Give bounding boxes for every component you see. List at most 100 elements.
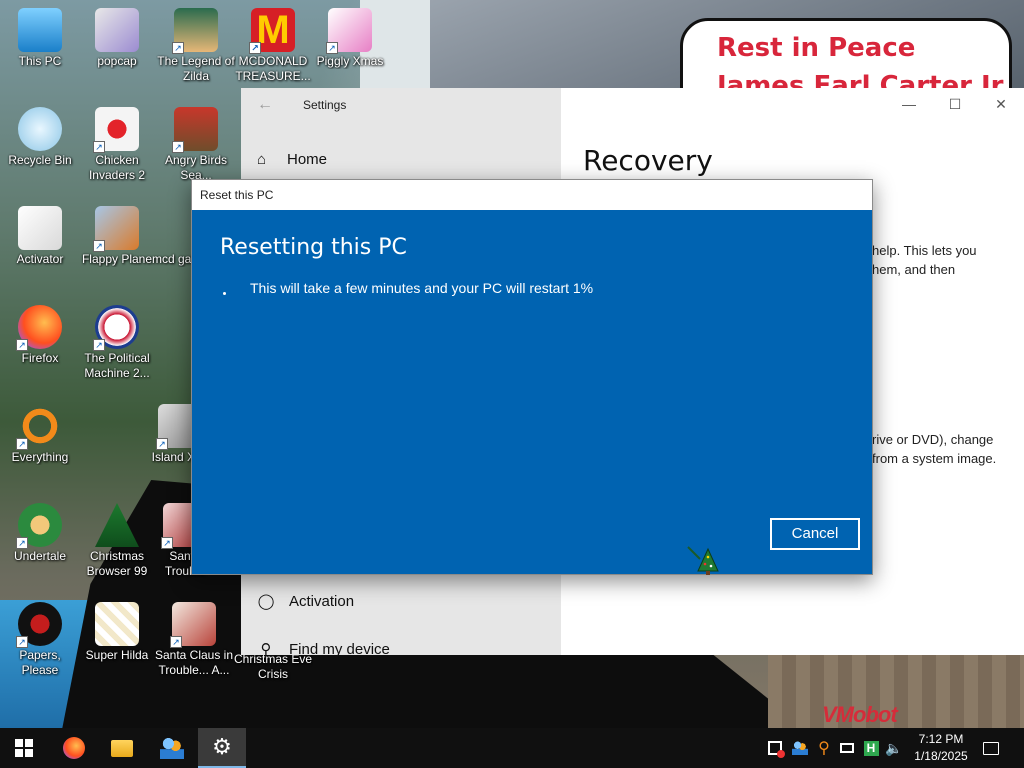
taskbar-file-explorer[interactable] [98, 728, 146, 768]
desktop-icon-label: Piggly Xmas [316, 54, 384, 68]
tray-search-icon[interactable]: ⚲ [813, 728, 835, 768]
people-icon [160, 737, 184, 759]
dialog-heading: Resetting this PC [220, 235, 407, 260]
desktop-icon-this-pc[interactable]: This PC [0, 8, 80, 69]
desktop-icon-christmas-browser[interactable]: Christmas Browser 99 [77, 503, 157, 579]
settings-home-link[interactable]: ⌂ Home [257, 151, 327, 168]
recovery-paragraph-1: help. This lets you hem, and then [872, 241, 977, 279]
zilda-icon: ↗ [172, 8, 218, 54]
firefox-icon [63, 737, 85, 759]
flappy-plane-icon: ↗ [93, 206, 139, 252]
progress-spinner-icon [223, 292, 226, 295]
desktop-icon-political-machine[interactable]: ↗ The Political Machine 2... [77, 305, 157, 381]
chicken-icon: ↗ [93, 107, 139, 153]
taskbar-settings[interactable]: ⚙ [198, 728, 246, 768]
desktop-icon-label: Everything [11, 450, 69, 464]
desktop-icon-super-hilda[interactable]: Super Hilda [77, 602, 157, 663]
sidebar-item-label: Find my device [289, 641, 390, 658]
search-magnifier-icon: ↗ [16, 404, 62, 450]
desktop-icon-santa-claus-trouble[interactable]: ↗ Santa Claus in Trouble... A... [154, 602, 234, 678]
desktop-icon-firefox[interactable]: ↗ Firefox [0, 305, 80, 366]
desktop-icon-everything[interactable]: ↗ Everything [0, 404, 80, 465]
pig-icon: ↗ [326, 8, 372, 54]
tray-defender-icon[interactable] [764, 728, 786, 768]
person-location-icon: ⚲ [260, 641, 272, 658]
watermark: VMobot [822, 702, 898, 727]
desktop-icon-label: Activator [16, 252, 64, 266]
sidebar-item-activation[interactable]: ◯ Activation [257, 592, 354, 610]
taskbar-people[interactable] [148, 728, 196, 768]
recycle-bin-icon [18, 107, 62, 151]
para-line: hem, and then [872, 262, 956, 277]
desktop-icon-undertale[interactable]: ↗ Undertale [0, 503, 80, 564]
back-arrow-icon[interactable]: ← [257, 96, 273, 114]
para-line: rive or DVD), change [872, 432, 994, 447]
desktop-icon-label: MCDONALD TREASURE... [235, 54, 311, 83]
desktop-icon-label: Santa Claus in Trouble... A... [154, 648, 234, 677]
folder-icon [111, 739, 133, 757]
notification-icon[interactable] [980, 728, 1002, 768]
desktop-icon-label: Recycle Bin [8, 153, 72, 167]
close-icon[interactable]: ✕ [978, 88, 1024, 120]
firefox-icon: ↗ [16, 305, 62, 351]
desktop-icon-chicken-invaders[interactable]: ↗ Chicken Invaders 2 [77, 107, 157, 183]
cancel-button[interactable]: Cancel [770, 518, 860, 550]
desktop-icon-label: Firefox [21, 351, 59, 365]
desktop-icon-angry-birds[interactable]: ↗ Angry Birds Sea... [156, 107, 236, 183]
reset-pc-dialog: Reset this PC Resetting this PC This wil… [191, 179, 873, 575]
start-button[interactable] [0, 728, 48, 768]
this-pc-icon [18, 8, 62, 52]
dialog-titlebar: Reset this PC [192, 180, 872, 210]
desktop-icon-popcap[interactable]: popcap [77, 8, 157, 69]
desktop-icon-label: The Legend of Zilda [157, 54, 235, 83]
desktop-icon-mcdonald-treasure[interactable]: M ↗ MCDONALD TREASURE... [233, 8, 313, 84]
page-title: Recovery [583, 144, 713, 177]
desktop-icon-label: Chicken Invaders 2 [88, 153, 146, 182]
christmas-tree-icon [95, 503, 139, 547]
volume-muted-icon[interactable]: 🔈 [883, 728, 905, 768]
settings-app-title: Settings [303, 98, 347, 112]
windows-logo-icon [15, 739, 33, 757]
activator-icon [18, 206, 62, 250]
tray-h-app-icon[interactable]: H [860, 728, 882, 768]
mcdonalds-icon: M ↗ [249, 8, 295, 54]
desktop-icon-label: popcap [97, 54, 137, 68]
papers-please-icon: ↗ [16, 602, 62, 648]
angry-birds-icon: ↗ [172, 107, 218, 153]
desktop-icon-activator[interactable]: Activator [0, 206, 80, 267]
taskbar-clock[interactable]: 7:12 PM 1/18/2025 [906, 731, 976, 765]
home-icon: ⌂ [257, 151, 267, 168]
minimize-icon[interactable]: — [886, 88, 932, 120]
clock-time: 7:12 PM [918, 732, 964, 746]
sidebar-item-find-my-device[interactable]: ⚲ Find my device [257, 640, 390, 658]
wallpaper-banner: Rest in Peace James Earl Carter Jr. [680, 18, 1012, 93]
desktop-icon-label: This PC [18, 54, 62, 68]
sidebar-item-label: Activation [289, 593, 355, 610]
progress-message: This will take a few minutes and your PC… [250, 280, 594, 296]
desktop-icon-papers-please[interactable]: ↗ Papers, Please [0, 602, 80, 678]
popcap-icon [95, 8, 139, 52]
home-label: Home [287, 151, 328, 168]
clock-date: 1/18/2025 [914, 749, 968, 763]
window-controls: — ☐ ✕ [886, 88, 1024, 120]
desktop-icon-label: Flappy Plane [81, 252, 153, 266]
desktop-icon-legend-of-zilda[interactable]: ↗ The Legend of Zilda [156, 8, 236, 84]
recovery-paragraph-2: rive or DVD), change from a system image… [872, 430, 996, 468]
super-hilda-icon [95, 602, 139, 646]
desktop-icon-label: Christmas Browser 99 [86, 549, 148, 578]
check-circle-icon: ◯ [257, 593, 275, 610]
maximize-icon[interactable]: ☐ [932, 88, 978, 120]
tray-network-icon[interactable] [836, 728, 858, 768]
desktop-icon-label: Papers, Please [19, 648, 61, 677]
christmas-tree-cursor-icon [687, 546, 719, 575]
desktop-icon-flappy-plane[interactable]: ↗ Flappy Plane [77, 206, 157, 267]
para-line: help. This lets you [872, 243, 977, 258]
taskbar-firefox[interactable] [50, 728, 98, 768]
desktop-icon-piggly-xmas[interactable]: ↗ Piggly Xmas [310, 8, 390, 69]
para-line: from a system image. [872, 451, 997, 466]
desktop-icon-recycle-bin[interactable]: Recycle Bin [0, 107, 80, 168]
tray-people-icon[interactable] [789, 728, 811, 768]
desktop-icon-label: Super Hilda [85, 648, 149, 662]
gear-icon: ⚙ [212, 734, 232, 759]
desktop-icon-label: Undertale [13, 549, 67, 563]
